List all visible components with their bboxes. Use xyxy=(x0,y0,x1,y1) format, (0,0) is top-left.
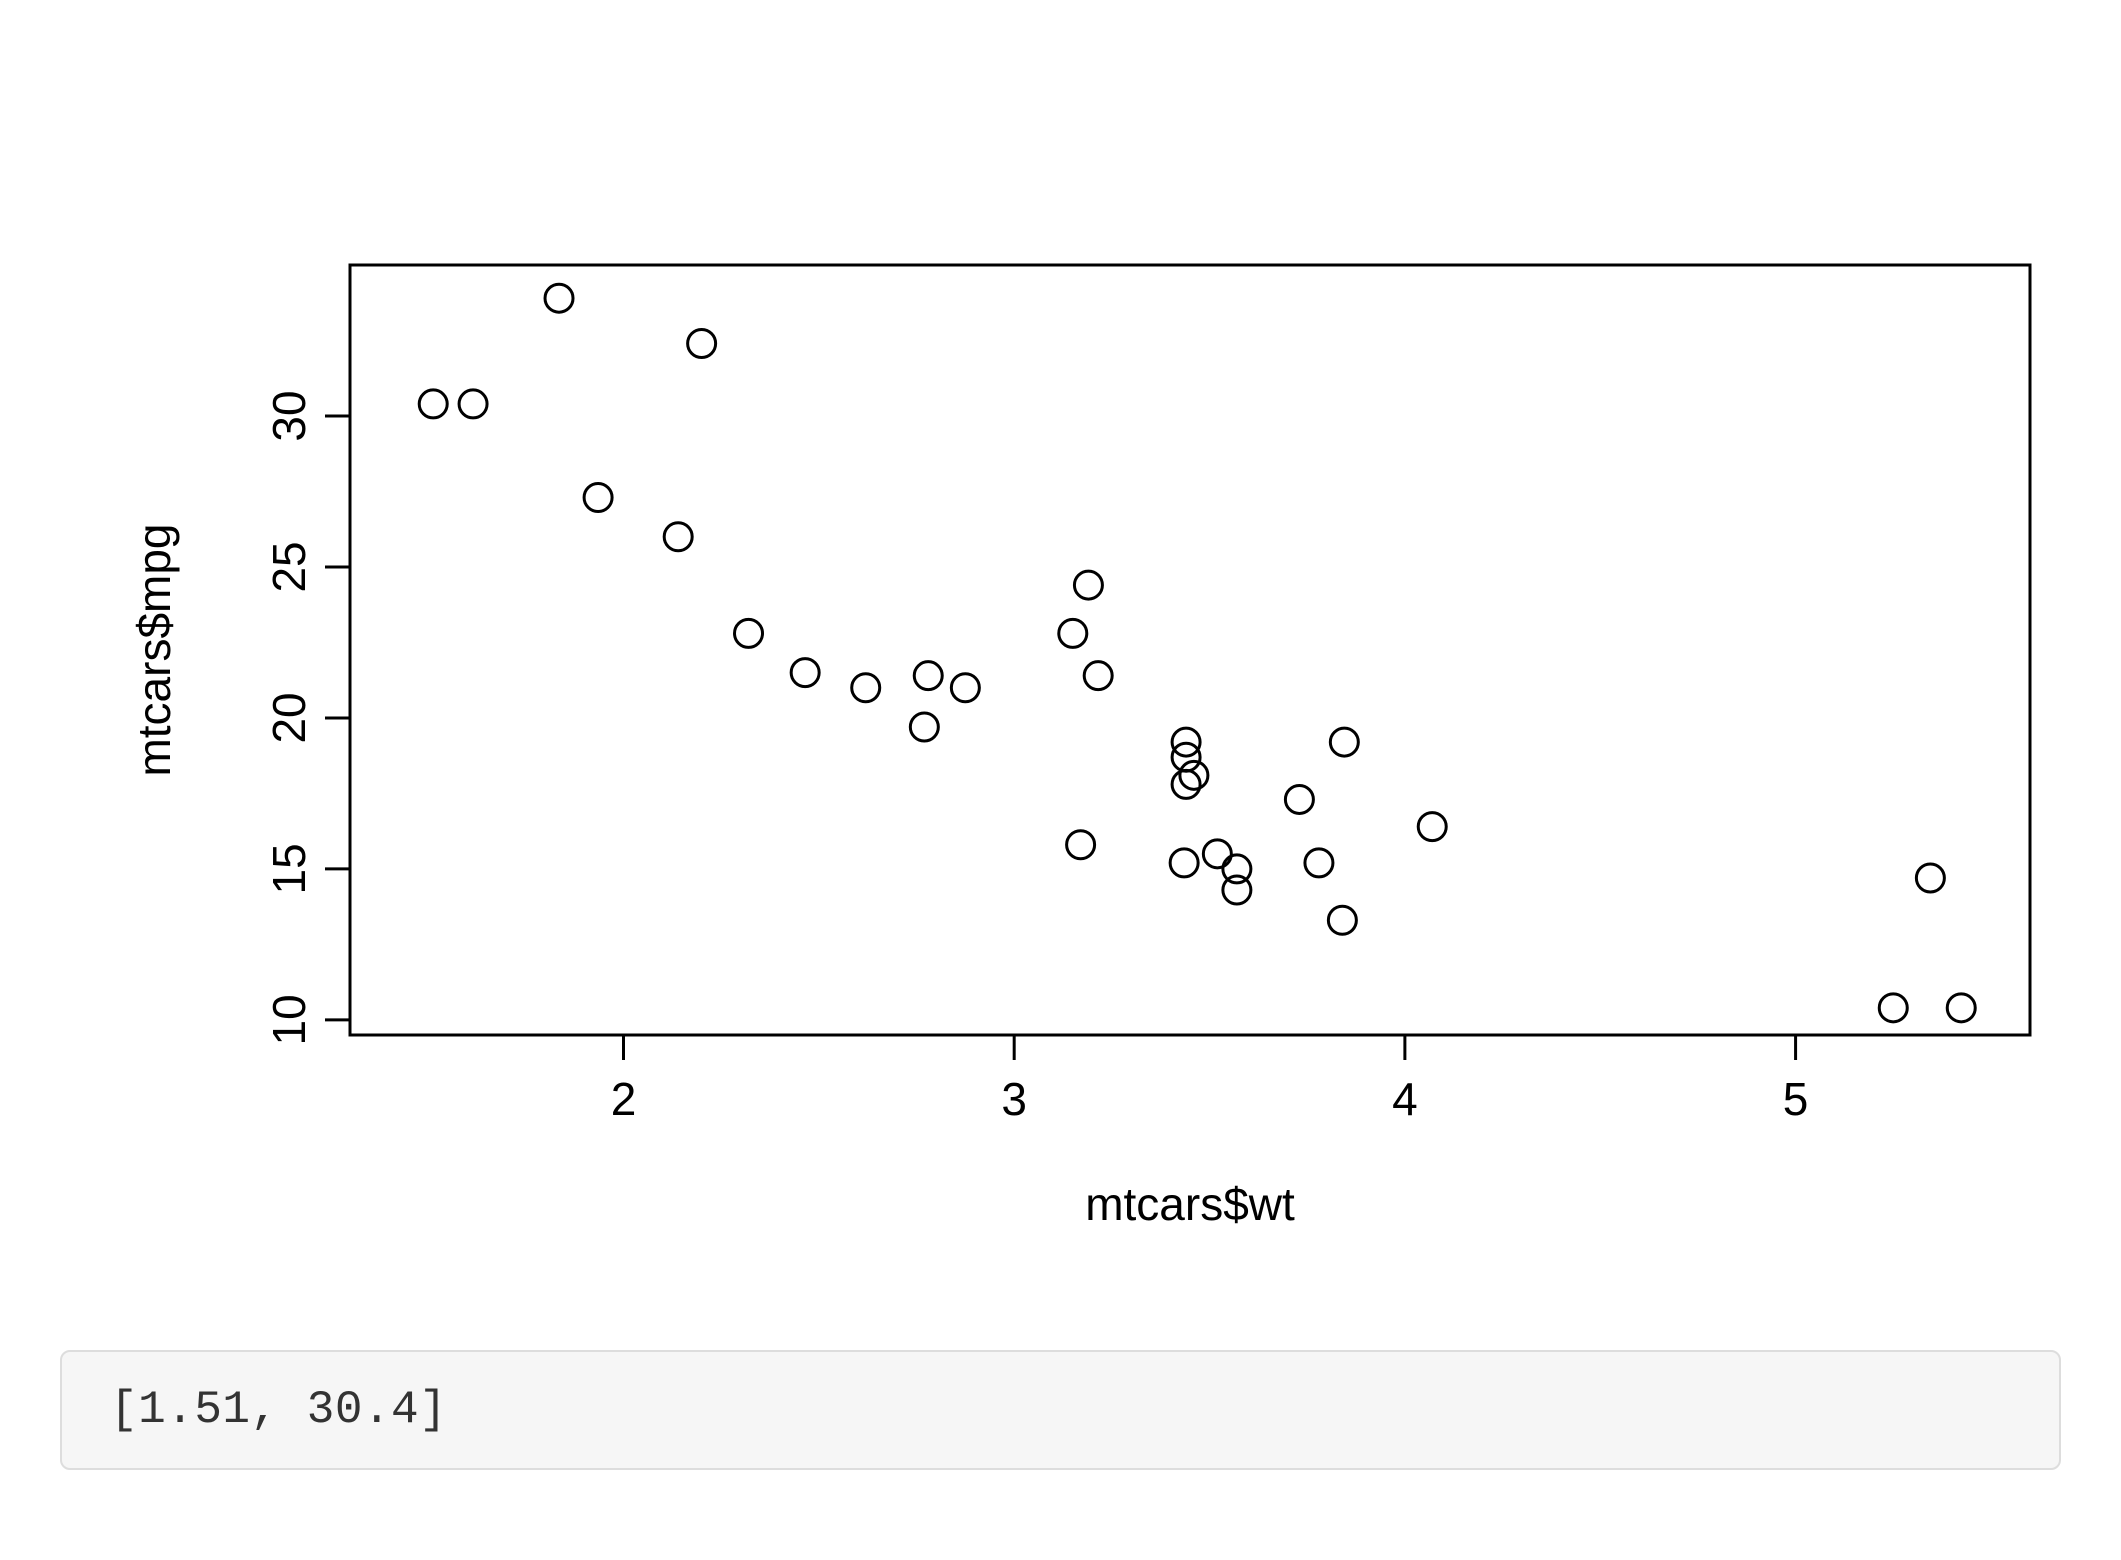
x-tick-label: 5 xyxy=(1783,1073,1809,1125)
data-point xyxy=(1172,770,1200,798)
data-point xyxy=(584,484,612,512)
data-point xyxy=(1059,619,1087,647)
data-point xyxy=(664,523,692,551)
data-point xyxy=(1170,849,1198,877)
data-point xyxy=(1074,571,1102,599)
data-point xyxy=(545,284,573,312)
data-point xyxy=(419,390,447,418)
x-tick-label: 2 xyxy=(611,1073,637,1125)
data-point xyxy=(1223,855,1251,883)
data-point xyxy=(688,330,716,358)
x-tick-label: 3 xyxy=(1001,1073,1027,1125)
scatter-plot: 2 3 4 5 10 15 20 25 30 mtcars$wt mtcars$mpg xyxy=(0,0,2121,1320)
data-point xyxy=(1067,831,1095,859)
data-point xyxy=(459,390,487,418)
y-tick-label: 30 xyxy=(263,390,315,441)
console-output-text: [1.51, 30.4] xyxy=(62,1384,447,1436)
data-point xyxy=(852,674,880,702)
data-point xyxy=(1180,761,1208,789)
data-point xyxy=(1285,785,1313,813)
data-point xyxy=(1328,906,1356,934)
data-point xyxy=(1305,849,1333,877)
data-point xyxy=(1879,994,1907,1022)
data-point xyxy=(910,713,938,741)
data-point xyxy=(735,619,763,647)
x-tick-label: 4 xyxy=(1392,1073,1418,1125)
y-tick-label: 10 xyxy=(263,994,315,1045)
plot-border xyxy=(350,265,2030,1035)
y-tick-label: 25 xyxy=(263,541,315,592)
data-point xyxy=(1418,813,1446,841)
data-point xyxy=(951,674,979,702)
data-point xyxy=(791,659,819,687)
console-output-box: [1.51, 30.4] xyxy=(60,1350,2061,1470)
y-tick-label: 15 xyxy=(263,843,315,894)
data-point xyxy=(1947,994,1975,1022)
data-point xyxy=(1916,864,1944,892)
x-axis-label: mtcars$wt xyxy=(1085,1178,1295,1230)
data-point xyxy=(1203,840,1231,868)
data-point xyxy=(1330,728,1358,756)
data-point xyxy=(1084,662,1112,690)
data-point xyxy=(914,662,942,690)
y-axis-label: mtcars$mpg xyxy=(128,523,180,776)
y-tick-label: 20 xyxy=(263,692,315,743)
